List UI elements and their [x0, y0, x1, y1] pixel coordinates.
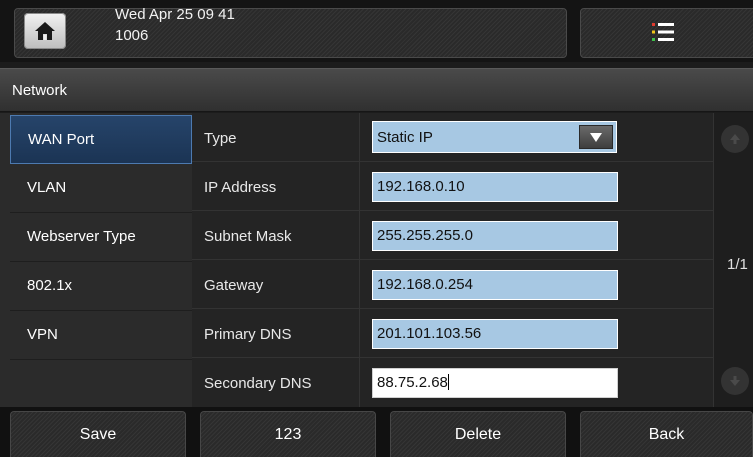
- secondary-dns-value: 88.75.2.68: [377, 374, 448, 391]
- sidebar-item-webserver-type[interactable]: Webserver Type: [10, 213, 192, 262]
- subnet-mask-field[interactable]: 255.255.255.0: [372, 221, 618, 251]
- type-value: Static IP: [377, 129, 433, 146]
- datetime: Wed Apr 25 09 41: [115, 6, 235, 23]
- menu-icon: [652, 23, 674, 41]
- ip-address-label: IP Address: [192, 162, 360, 211]
- type-select[interactable]: Static IP: [372, 121, 617, 153]
- primary-dns-row: Primary DNS 201.101.103.56: [192, 309, 713, 358]
- sidebar: WAN Port VLAN Webserver Type 802.1x VPN: [0, 113, 192, 409]
- secondary-dns-label: Secondary DNS: [192, 358, 360, 407]
- scroll-up-button[interactable]: [721, 125, 749, 153]
- scroll-column: 1/1: [713, 113, 753, 407]
- text-cursor: [447, 374, 449, 390]
- sidebar-item-vlan[interactable]: VLAN: [10, 164, 192, 213]
- type-label: Type: [192, 113, 360, 162]
- triangle-down-icon: [590, 132, 602, 142]
- input-mode-button[interactable]: 123: [200, 411, 376, 457]
- status-bar: Wed Apr 25 09 41 1006: [0, 0, 753, 62]
- gateway-field[interactable]: 192.168.0.254: [372, 270, 618, 300]
- primary-dns-field[interactable]: 201.101.103.56: [372, 319, 618, 349]
- title-bar: Network: [0, 68, 753, 112]
- sidebar-item-vpn[interactable]: VPN: [10, 311, 192, 360]
- dropdown-button[interactable]: [579, 125, 613, 149]
- secondary-dns-field[interactable]: 88.75.2.68: [372, 368, 618, 398]
- home-button[interactable]: [24, 13, 66, 49]
- subnet-mask-row: Subnet Mask 255.255.255.0: [192, 211, 713, 260]
- save-button[interactable]: Save: [10, 411, 186, 457]
- status-panel: [14, 8, 567, 58]
- softkey-bar: Save 123 Delete Back: [0, 407, 753, 457]
- type-row: Type Static IP: [192, 113, 713, 162]
- sidebar-item-802-1x[interactable]: 802.1x: [10, 262, 192, 311]
- arrow-down-icon: [730, 376, 740, 386]
- page-indicator: 1/1: [727, 256, 748, 273]
- secondary-dns-row: Secondary DNS 88.75.2.68: [192, 358, 713, 407]
- delete-button[interactable]: Delete: [390, 411, 566, 457]
- ip-address-field[interactable]: 192.168.0.10: [372, 172, 618, 202]
- scroll-down-button[interactable]: [721, 367, 749, 395]
- home-icon: [35, 22, 55, 40]
- arrow-up-icon: [730, 134, 740, 144]
- primary-dns-label: Primary DNS: [192, 309, 360, 358]
- back-button[interactable]: Back: [580, 411, 753, 457]
- gateway-row: Gateway 192.168.0.254: [192, 260, 713, 309]
- ip-address-row: IP Address 192.168.0.10: [192, 162, 713, 211]
- sidebar-item-wan-port[interactable]: WAN Port: [10, 115, 192, 164]
- gateway-label: Gateway: [192, 260, 360, 309]
- page-title: Network: [12, 82, 68, 99]
- extension-number: 1006: [115, 27, 149, 44]
- sidebar-item-empty: [10, 360, 192, 409]
- subnet-mask-label: Subnet Mask: [192, 211, 360, 260]
- wan-port-form: Type Static IP IP Address 192.168.0.10 S…: [192, 113, 713, 407]
